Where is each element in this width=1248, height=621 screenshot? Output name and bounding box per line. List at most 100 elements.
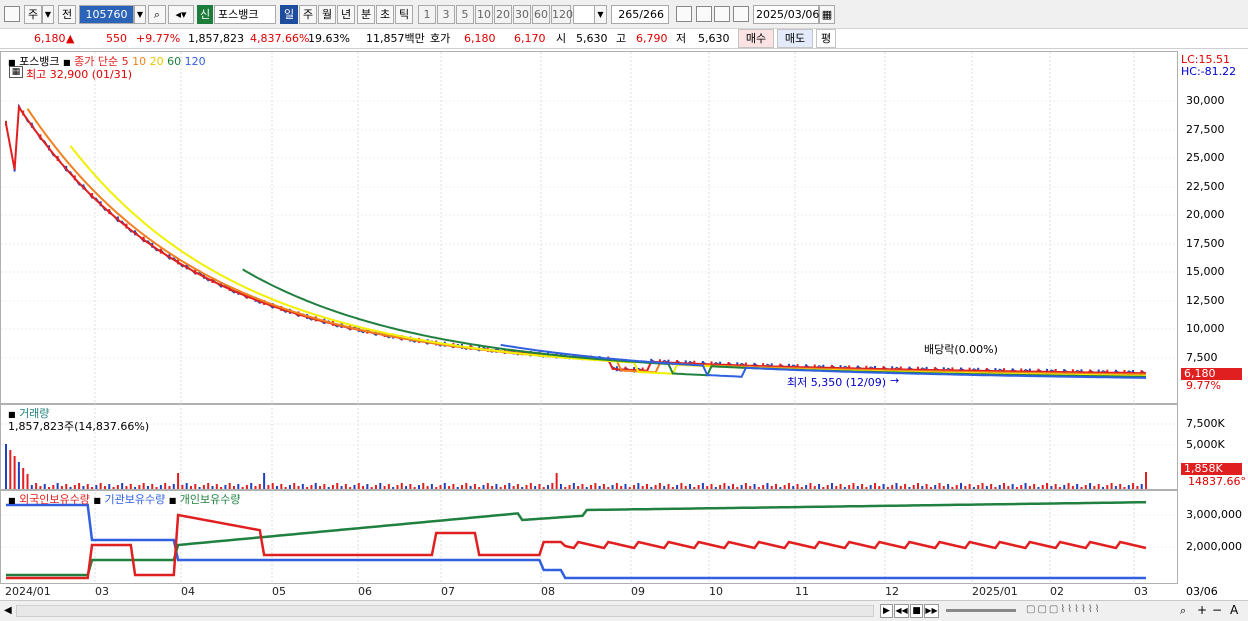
volume-bar xyxy=(633,485,636,489)
volume-bar xyxy=(185,483,188,489)
drawing-tools-icon[interactable]: ▢▢▢⌇⌇⌇⌇⌇⌇ xyxy=(1026,604,1176,618)
volume-bar xyxy=(426,486,429,489)
price-ytick: 30,000 xyxy=(1186,94,1225,107)
fast-forward-icon[interactable]: ▶▶ xyxy=(924,604,939,618)
x-tick: 03 xyxy=(1134,585,1148,598)
holders-ytick-2m: 2,000,000 xyxy=(1186,540,1242,553)
volume-bar xyxy=(177,473,180,489)
x-tick: 08 xyxy=(541,585,555,598)
volume-bar xyxy=(951,487,954,489)
volume-bar xyxy=(112,487,115,489)
price-ytick: 10,000 xyxy=(1186,322,1225,335)
scrollbar-track[interactable] xyxy=(16,605,874,617)
x-axis-right-label: 03/06 xyxy=(1186,585,1218,598)
volume-bar xyxy=(1063,485,1066,489)
volume-bar xyxy=(551,483,554,489)
volume-bar xyxy=(766,483,769,489)
zoom-icon[interactable]: ⌕ xyxy=(1180,604,1186,618)
volume-bar xyxy=(181,485,184,489)
scroll-left-icon[interactable]: ◀ xyxy=(4,605,12,616)
volume-bar xyxy=(1015,487,1018,489)
volume-bar xyxy=(146,486,149,489)
volume-bar xyxy=(714,487,717,489)
rewind-icon[interactable]: ◀◀ xyxy=(894,604,909,618)
volume-bar xyxy=(86,484,89,489)
volume-bar xyxy=(465,483,468,489)
price-ytick: 17,500 xyxy=(1186,237,1225,250)
volume-bar xyxy=(1101,487,1104,489)
volume-bar xyxy=(142,483,145,489)
volume-bar xyxy=(1046,483,1049,489)
dividend-label: 배당락(0.00%) xyxy=(924,343,998,356)
moving-average-line xyxy=(5,104,1147,375)
volume-bar xyxy=(762,485,765,489)
price-ytick: 22,500 xyxy=(1186,180,1225,193)
volume-bar xyxy=(676,485,679,489)
volume-bar xyxy=(998,485,1001,489)
volume-bar xyxy=(572,483,575,489)
volume-bar xyxy=(1136,486,1139,489)
volume-bar xyxy=(233,486,235,489)
volume-bar xyxy=(658,483,661,489)
volume-bar xyxy=(938,483,941,489)
auto-scale-button[interactable]: A xyxy=(1230,603,1238,617)
volume-bar xyxy=(895,483,898,489)
volume-bar xyxy=(228,483,231,489)
volume-bar xyxy=(159,485,162,489)
volume-bar xyxy=(417,485,420,489)
volume-bar xyxy=(17,462,20,489)
chart-svg[interactable] xyxy=(0,0,1248,621)
volume-bar xyxy=(383,486,386,489)
volume-bar xyxy=(1067,483,1070,489)
volume-bar xyxy=(1132,483,1135,489)
calendar-icon[interactable]: ▦ xyxy=(9,66,23,78)
volume-bar xyxy=(680,483,683,489)
zoom-in-button[interactable]: + xyxy=(1197,603,1207,617)
volume-bar xyxy=(202,485,205,489)
zoom-out-button[interactable]: − xyxy=(1212,603,1222,617)
volume-bar xyxy=(693,487,696,489)
volume-bar xyxy=(564,487,567,489)
volume-bar xyxy=(917,483,919,489)
foreign-holdings-label: 외국인보유수량 xyxy=(19,493,90,506)
volume-bar xyxy=(211,486,214,489)
volume-bar xyxy=(435,487,438,489)
volume-bar xyxy=(1114,486,1117,489)
volume-bar xyxy=(164,483,167,489)
volume-bar xyxy=(671,487,674,489)
volume-bar xyxy=(830,483,833,489)
volume-bar xyxy=(409,484,412,489)
volume-bar xyxy=(327,487,330,489)
volume-bar xyxy=(56,483,59,489)
volume-bar xyxy=(701,483,704,489)
volume-bar xyxy=(852,483,855,489)
volume-bar xyxy=(374,485,377,489)
price-line xyxy=(5,103,1147,376)
volume-bar xyxy=(1058,487,1061,489)
volume-bar xyxy=(663,486,666,489)
volume-bar xyxy=(258,484,261,489)
volume-bar xyxy=(473,484,476,489)
volume-bar xyxy=(443,483,446,489)
volume-bar xyxy=(628,487,631,489)
volume-bar xyxy=(353,485,356,489)
play-icon[interactable]: ▶ xyxy=(880,604,893,618)
volume-bar xyxy=(1024,483,1027,489)
volume-bar xyxy=(448,486,451,489)
volume-bar xyxy=(602,484,605,489)
volume-bar xyxy=(461,485,463,489)
price-ytick: 25,000 xyxy=(1186,151,1225,164)
max-price-label: 최고 32,900 (01/31) xyxy=(26,68,133,81)
volume-bar xyxy=(611,485,614,489)
volume-bar xyxy=(1020,485,1023,489)
vol-ytick-5000: 5,000K xyxy=(1186,438,1225,451)
volume-bar xyxy=(577,486,580,489)
volume-bar xyxy=(1119,484,1122,489)
volume-bar xyxy=(301,484,304,489)
volume-bar xyxy=(650,487,653,489)
volume-bar xyxy=(787,483,790,489)
zoom-slider[interactable] xyxy=(946,609,1016,612)
individual-holdings-label: 개인보유수량 xyxy=(179,493,241,506)
stop-icon[interactable]: ■ xyxy=(910,604,923,618)
volume-bar xyxy=(753,484,756,489)
